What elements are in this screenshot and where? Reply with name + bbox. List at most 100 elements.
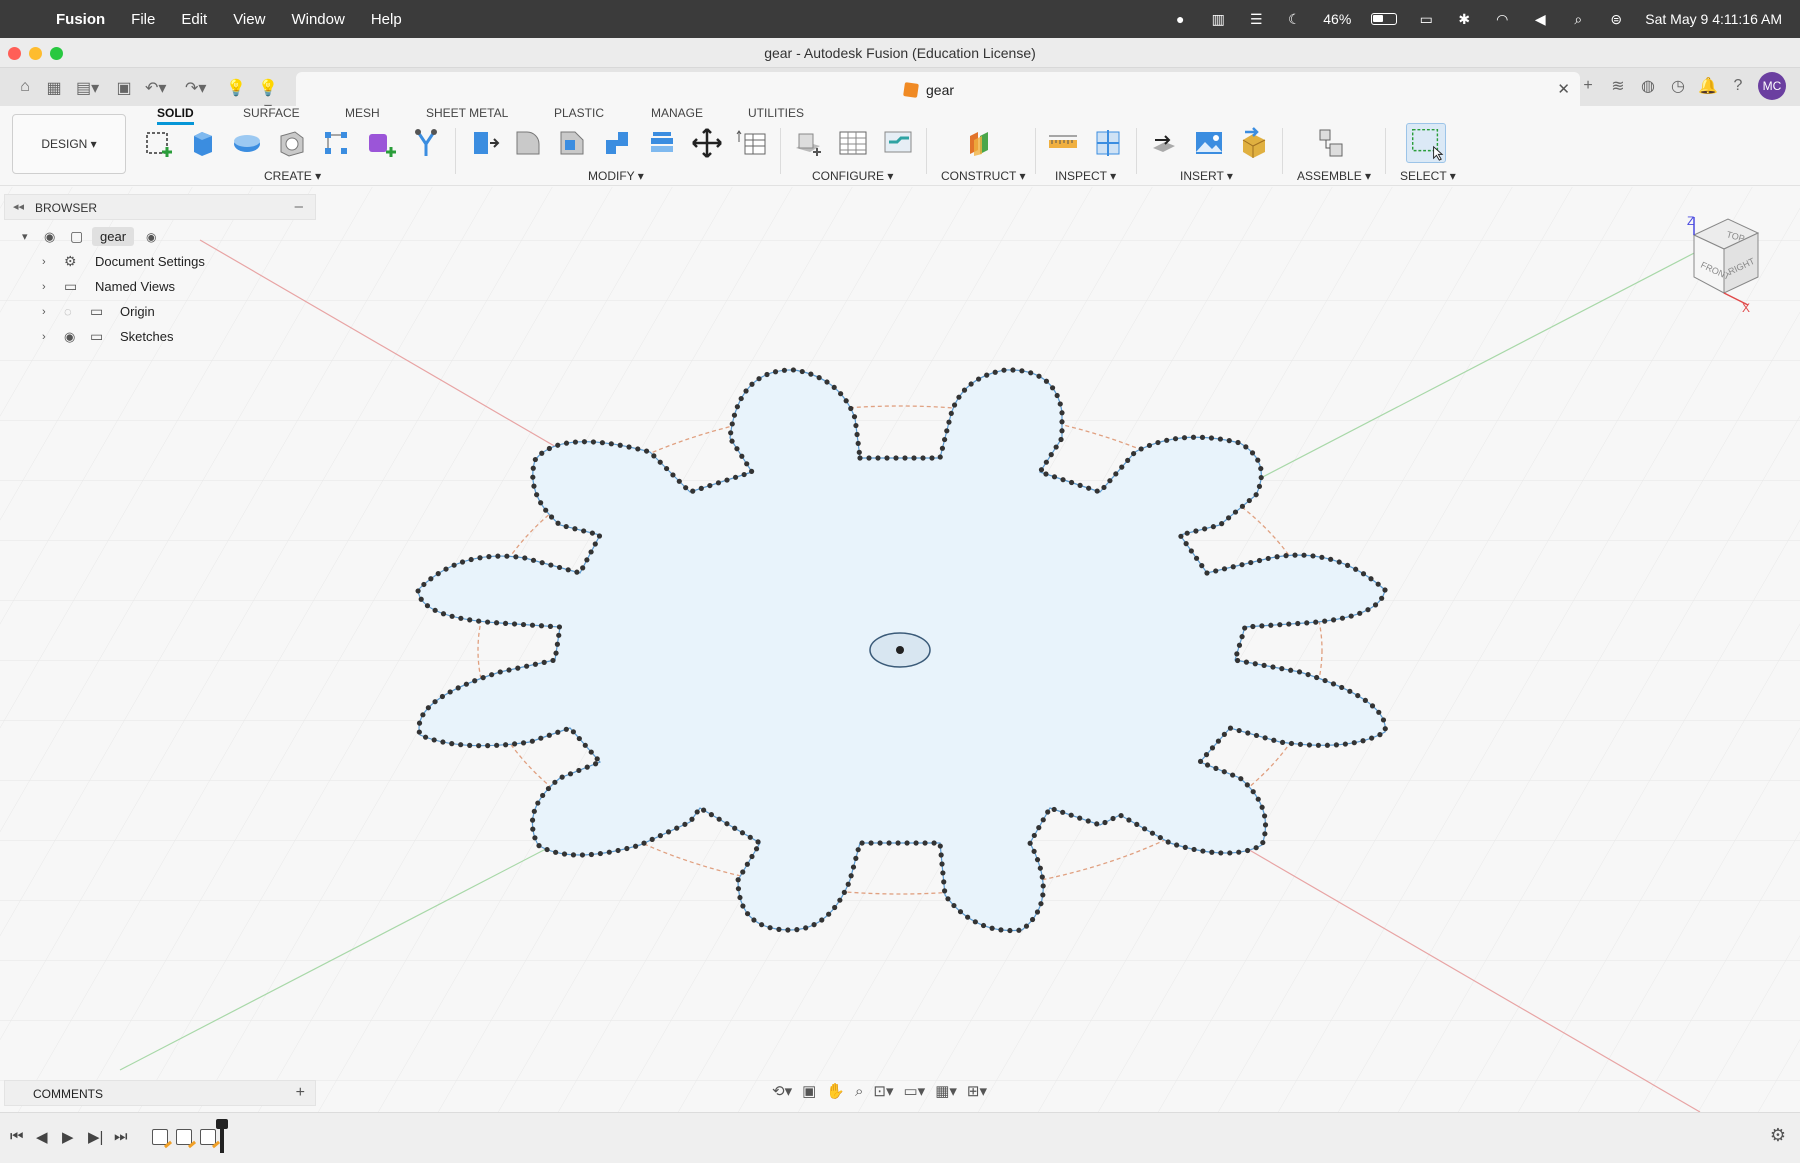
orbit-icon[interactable]: ⟲▾: [772, 1082, 792, 1100]
extensions-icon[interactable]: ≋: [1608, 76, 1628, 96]
section-analysis-icon[interactable]: [1091, 126, 1125, 160]
stats-icon[interactable]: ▥: [1209, 11, 1227, 27]
group-construct[interactable]: CONSTRUCT ▾: [941, 169, 1025, 183]
look-at-icon[interactable]: ▣: [802, 1082, 816, 1100]
tab-surface[interactable]: SURFACE: [243, 106, 300, 120]
timeline-sketch-feature[interactable]: [200, 1129, 216, 1145]
tab-solid[interactable]: SOLID: [157, 106, 194, 125]
menu-file[interactable]: File: [131, 11, 155, 28]
undo-icon[interactable]: ↶▾: [145, 78, 166, 98]
volume-icon[interactable]: ◀: [1531, 11, 1549, 27]
select-icon[interactable]: [1406, 123, 1446, 163]
group-create[interactable]: CREATE ▾: [264, 169, 321, 183]
new-tab-icon[interactable]: +: [1578, 77, 1598, 95]
workspace-switcher-button[interactable]: DESIGN ▾: [12, 114, 126, 174]
menu-app-name[interactable]: Fusion: [56, 11, 105, 28]
expand-chevron-icon[interactable]: ›: [42, 256, 46, 268]
browser-item-sketches[interactable]: › ◉ ▭ Sketches: [4, 324, 316, 349]
go-to-end-icon[interactable]: ⏭: [114, 1128, 128, 1145]
online-status-icon[interactable]: ◍: [1638, 76, 1658, 96]
derive-icon[interactable]: [409, 126, 443, 160]
joint-icon[interactable]: [1314, 126, 1348, 160]
move-copy-icon[interactable]: [690, 126, 724, 160]
timeline-sketch-feature[interactable]: [176, 1129, 192, 1145]
combine-icon[interactable]: [645, 126, 679, 160]
expand-chevron-icon[interactable]: ›: [42, 281, 46, 293]
group-select[interactable]: SELECT ▾: [1400, 169, 1456, 183]
browser-root-node[interactable]: ▾ ◉ ▢ gear ◉: [4, 224, 316, 249]
browser-root-label[interactable]: gear: [92, 227, 135, 246]
timeline-sketch-feature[interactable]: [152, 1129, 168, 1145]
pan-hand-icon[interactable]: ✋: [826, 1082, 845, 1100]
offset-plane-icon[interactable]: [964, 126, 998, 160]
extrude-icon[interactable]: [186, 126, 220, 160]
control-center-icon[interactable]: ⊜: [1607, 11, 1625, 27]
press-pull-icon[interactable]: [466, 126, 500, 160]
bluetooth-icon[interactable]: ✱: [1455, 11, 1473, 27]
menu-edit[interactable]: Edit: [181, 11, 207, 28]
tab-mesh[interactable]: MESH: [345, 106, 380, 120]
hidden-eye-icon[interactable]: ◌: [64, 304, 72, 319]
tab-plastic[interactable]: PLASTIC: [554, 106, 604, 120]
sweep-icon[interactable]: [275, 126, 309, 160]
battery-icon[interactable]: [1371, 13, 1398, 25]
play-icon[interactable]: ▶: [62, 1128, 74, 1146]
group-inspect[interactable]: INSPECT ▾: [1055, 169, 1116, 183]
redo-icon[interactable]: ↷▾: [185, 78, 206, 98]
step-forward-icon[interactable]: ▶|: [88, 1128, 103, 1146]
moon-icon[interactable]: ☾: [1285, 11, 1303, 27]
minimize-browser-icon[interactable]: –: [295, 198, 303, 215]
close-tab-icon[interactable]: ✕: [1557, 80, 1570, 98]
viewports-icon[interactable]: ⊞▾: [967, 1082, 987, 1100]
rectangular-pattern-icon[interactable]: [319, 126, 353, 160]
create-sketch-icon[interactable]: [142, 126, 176, 160]
revolve-icon[interactable]: [230, 126, 264, 160]
configuration-rules-icon[interactable]: [881, 126, 915, 160]
display-settings-icon[interactable]: ▭▾: [904, 1082, 926, 1100]
add-comment-icon[interactable]: +: [296, 1084, 305, 1102]
go-to-start-icon[interactable]: ⏮: [10, 1128, 24, 1145]
expand-chevron-icon[interactable]: ›: [42, 331, 46, 343]
visibility-eye-icon[interactable]: ◉: [44, 229, 55, 245]
grid-settings-icon[interactable]: ▦▾: [935, 1082, 957, 1100]
focus-icon[interactable]: ●: [1171, 11, 1189, 27]
timeline-playhead[interactable]: [216, 1119, 228, 1153]
insert-mcmaster-icon[interactable]: [1237, 126, 1271, 160]
fit-icon[interactable]: ⊡▾: [873, 1082, 893, 1100]
file-menu-icon[interactable]: ▤▾: [76, 78, 99, 98]
measure-icon[interactable]: [1046, 126, 1080, 160]
menu-window[interactable]: Window: [291, 11, 344, 28]
configure-design-icon[interactable]: [791, 126, 825, 160]
document-tab[interactable]: gear ✕: [296, 72, 1580, 106]
timeline-settings-gear-icon[interactable]: ⚙: [1770, 1125, 1786, 1146]
step-back-icon[interactable]: ◀: [36, 1128, 48, 1146]
expand-chevron-icon[interactable]: ›: [42, 306, 46, 318]
fillet-icon[interactable]: [511, 126, 545, 160]
expand-chevron-icon[interactable]: ▾: [22, 230, 28, 243]
clock[interactable]: Sat May 9 4:11:16 AM: [1645, 11, 1782, 27]
insert-image-icon[interactable]: [1192, 126, 1226, 160]
chamfer-icon[interactable]: [555, 126, 589, 160]
activate-radio-icon[interactable]: ◉: [146, 230, 156, 244]
zoom-icon[interactable]: ⌕: [855, 1083, 863, 1100]
shell-icon[interactable]: [600, 126, 634, 160]
group-configure[interactable]: CONFIGURE ▾: [812, 169, 893, 183]
user-avatar[interactable]: MC: [1758, 72, 1786, 100]
menu-help[interactable]: Help: [371, 11, 402, 28]
group-modify[interactable]: MODIFY ▾: [588, 169, 644, 183]
home-icon[interactable]: ⌂: [15, 78, 35, 96]
browser-item-origin[interactable]: › ◌ ▭ Origin: [4, 299, 316, 324]
tab-utilities[interactable]: UTILITIES: [748, 106, 804, 120]
tab-manage[interactable]: MANAGE: [651, 106, 703, 120]
insert-derive-icon[interactable]: [1147, 126, 1181, 160]
group-insert[interactable]: INSERT ▾: [1180, 169, 1233, 183]
configuration-table-icon[interactable]: [836, 126, 870, 160]
save-icon[interactable]: ▣: [114, 78, 134, 98]
wifi-icon[interactable]: ◠: [1493, 11, 1511, 27]
lightbulb-icon[interactable]: 💡: [226, 78, 246, 98]
group-assemble[interactable]: ASSEMBLE ▾: [1297, 169, 1371, 183]
browser-item-document-settings[interactable]: › ⚙ Document Settings: [4, 249, 316, 274]
display-icon[interactable]: ▭: [1417, 11, 1435, 27]
change-parameters-icon[interactable]: [735, 126, 769, 160]
job-status-icon[interactable]: ◷: [1668, 76, 1688, 96]
